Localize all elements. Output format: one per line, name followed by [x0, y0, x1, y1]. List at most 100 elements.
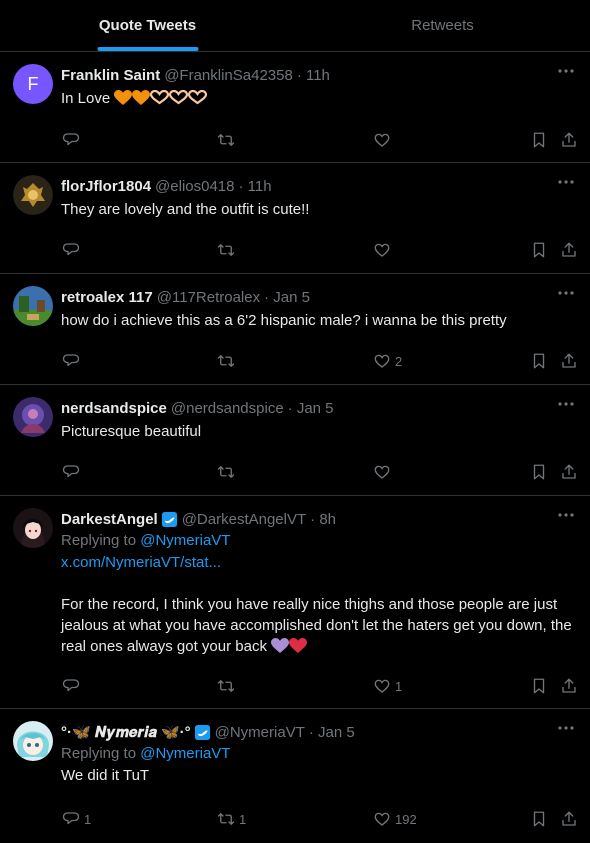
- avatar[interactable]: [13, 721, 53, 761]
- orange-heart-emoji-icon: [114, 90, 133, 105]
- bookmark-button[interactable]: [530, 463, 548, 481]
- user-handle[interactable]: @117Retroalex: [157, 288, 260, 307]
- avatar[interactable]: [13, 508, 53, 548]
- reply-button[interactable]: [62, 463, 84, 481]
- timestamp[interactable]: · Jan 5: [288, 399, 334, 418]
- retweet-icon: [217, 813, 235, 825]
- retweet-button[interactable]: [217, 131, 239, 149]
- tweet-text: We did it TuT: [61, 767, 150, 784]
- timestamp[interactable]: · Jan 5: [309, 723, 355, 742]
- user-handle[interactable]: @NymeriaVT: [215, 723, 305, 742]
- tweet[interactable]: florJflor1804 @elios0418 · 11h They are …: [0, 163, 590, 274]
- share-button[interactable]: [560, 352, 578, 370]
- avatar[interactable]: [13, 175, 53, 215]
- replying-to: Replying to @NymeriaVT: [61, 530, 574, 551]
- heart-icon: [374, 243, 390, 257]
- replying-to-label: Replying to: [61, 745, 137, 762]
- bookmark-button[interactable]: [530, 241, 548, 259]
- timestamp[interactable]: · 8h: [310, 510, 336, 529]
- reply-button[interactable]: [62, 352, 84, 370]
- replying-to: Replying to @NymeriaVT: [61, 743, 574, 764]
- display-name[interactable]: nerdsandspice: [61, 399, 167, 418]
- heart-icon: [374, 133, 390, 147]
- tweet[interactable]: retroalex 117 @117Retroalex · Jan 5 how …: [0, 274, 590, 385]
- bookmark-icon: [533, 242, 545, 258]
- bookmark-button[interactable]: [530, 677, 548, 695]
- reply-button[interactable]: [62, 241, 84, 259]
- bookmark-button[interactable]: [530, 131, 548, 149]
- user-handle[interactable]: @FranklinSa42358: [164, 66, 293, 85]
- reply-icon: [62, 354, 80, 367]
- reply-button[interactable]: [62, 131, 84, 149]
- bookmark-icon: [533, 464, 545, 480]
- like-button[interactable]: 192: [373, 810, 417, 828]
- bookmark-button[interactable]: [530, 352, 548, 370]
- more-options-icon[interactable]: [556, 508, 576, 522]
- bookmark-icon: [533, 678, 545, 694]
- heart-hands-emoji-icon: [150, 90, 170, 105]
- avatar[interactable]: [13, 397, 53, 437]
- like-button[interactable]: [373, 241, 395, 259]
- tweet-link-url[interactable]: x.com/NymeriaVT/stat...: [61, 554, 221, 571]
- more-options-icon[interactable]: [556, 397, 576, 411]
- tweet[interactable]: nerdsandspice @nerdsandspice · Jan 5 Pic…: [0, 385, 590, 496]
- heart-icon: [374, 812, 390, 826]
- timestamp[interactable]: · 11h: [297, 66, 330, 85]
- retweet-button[interactable]: 1: [217, 810, 246, 828]
- tweet-text: Picturesque beautiful: [61, 423, 202, 440]
- share-button[interactable]: [560, 241, 578, 259]
- avatar[interactable]: F: [13, 64, 53, 104]
- timestamp[interactable]: · 11h: [239, 177, 272, 196]
- heart-hands-emoji-icon: [188, 90, 208, 105]
- more-options-icon[interactable]: [556, 175, 576, 189]
- active-tab-indicator: [97, 47, 198, 51]
- like-button[interactable]: [373, 463, 395, 481]
- reply-button[interactable]: 1: [62, 810, 91, 828]
- tweet-actions: [0, 241, 590, 261]
- bookmark-button[interactable]: [530, 810, 548, 828]
- timestamp[interactable]: · Jan 5: [264, 288, 310, 307]
- tab-retweets[interactable]: Retweets: [295, 0, 590, 51]
- display-name[interactable]: florJflor1804: [61, 177, 151, 196]
- user-handle[interactable]: @DarkestAngelVT: [182, 510, 306, 529]
- tweet[interactable]: F Franklin Saint @FranklinSa42358 · 11h …: [0, 52, 590, 163]
- display-name[interactable]: DarkestAngel: [61, 510, 158, 529]
- tweet-text-content: For the record, I think you have really …: [61, 596, 572, 655]
- replying-to-handle[interactable]: @NymeriaVT: [140, 745, 230, 762]
- avatar-letter: F: [27, 73, 39, 94]
- reply-button[interactable]: [62, 677, 84, 695]
- tweet[interactable]: °·🦋 𝑵𝒚𝒎𝒆𝒓𝒊𝒂 🦋·° @NymeriaVT · Jan 5 Reply…: [0, 709, 590, 843]
- share-icon: [562, 464, 576, 479]
- tweet-link[interactable]: x.com/NymeriaVT/stat...: [61, 552, 574, 573]
- user-handle[interactable]: @elios0418: [155, 177, 234, 196]
- reply-icon: [62, 243, 80, 256]
- like-button[interactable]: [373, 131, 395, 149]
- display-name[interactable]: retroalex 117: [61, 288, 153, 307]
- replying-to-handle[interactable]: @NymeriaVT: [140, 532, 230, 549]
- tweet[interactable]: DarkestAngel @DarkestAngelVT · 8h Replyi…: [0, 496, 590, 709]
- tweet-text: For the record, I think you have really …: [61, 594, 574, 657]
- tweet-text: They are lovely and the outfit is cute!!: [61, 201, 310, 218]
- retweet-button[interactable]: [217, 463, 239, 481]
- share-button[interactable]: [560, 677, 578, 695]
- share-icon: [562, 132, 576, 147]
- share-button[interactable]: [560, 131, 578, 149]
- like-button[interactable]: 1: [373, 677, 402, 695]
- tab-quote-tweets[interactable]: Quote Tweets: [0, 0, 295, 51]
- share-button[interactable]: [560, 463, 578, 481]
- display-name[interactable]: Franklin Saint: [61, 66, 160, 85]
- tab-bar: Quote Tweets Retweets: [0, 0, 590, 52]
- retweet-button[interactable]: [217, 241, 239, 259]
- display-name[interactable]: °·🦋 𝑵𝒚𝒎𝒆𝒓𝒊𝒂 🦋·°: [61, 723, 191, 742]
- share-button[interactable]: [560, 810, 578, 828]
- user-handle[interactable]: @nerdsandspice: [171, 399, 284, 418]
- avatar[interactable]: [13, 286, 53, 326]
- more-options-icon[interactable]: [556, 721, 576, 735]
- more-options-icon[interactable]: [556, 64, 576, 78]
- reply-icon: [62, 133, 80, 146]
- like-button[interactable]: 2: [373, 352, 402, 370]
- retweet-button[interactable]: [217, 352, 239, 370]
- retweet-button[interactable]: [217, 677, 239, 695]
- share-icon: [562, 353, 576, 368]
- more-options-icon[interactable]: [556, 286, 576, 300]
